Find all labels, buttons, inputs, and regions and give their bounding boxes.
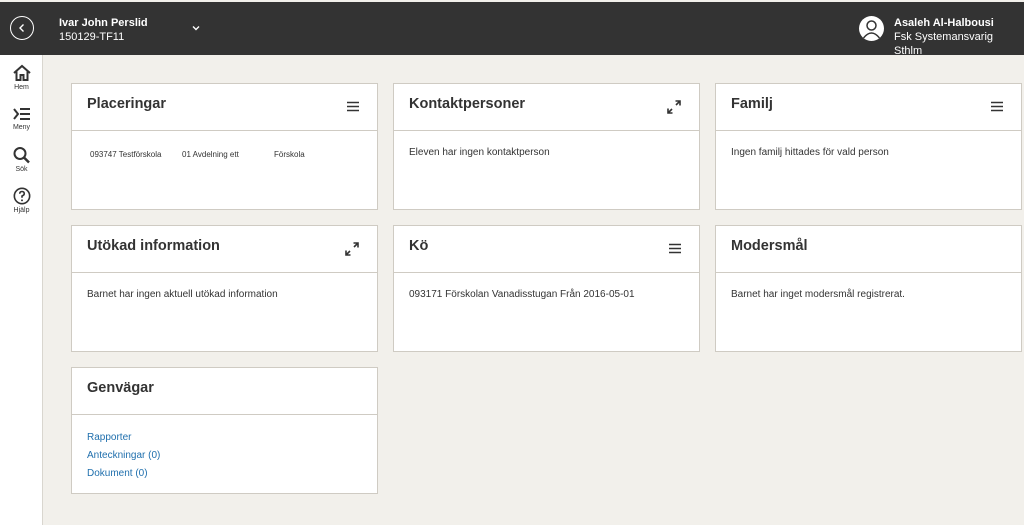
expand-icon[interactable] bbox=[667, 100, 681, 114]
card-kontaktpersoner: Kontaktpersoner Eleven har ingen kontakt… bbox=[393, 83, 700, 210]
card-genvagar: Genvägar Rapporter Anteckningar (0) Doku… bbox=[71, 367, 378, 494]
card-header: Familj bbox=[716, 84, 1021, 131]
card-modersmal: Modersmål Barnet har inget modersmål reg… bbox=[715, 225, 1022, 352]
placement-type: Förskola bbox=[274, 150, 305, 159]
empty-message: Eleven har ingen kontaktperson bbox=[409, 147, 550, 158]
student-selector[interactable]: Ivar John Perslid 150129-TF11 bbox=[59, 17, 148, 44]
card-placeringar: Placeringar 093747 Testförskola 01 Avdel… bbox=[71, 83, 378, 210]
table-row[interactable]: 093747 Testförskola 01 Avdelning ett För… bbox=[87, 150, 362, 159]
card-header: Placeringar bbox=[72, 84, 377, 131]
empty-message: Barnet har ingen aktuell utökad informat… bbox=[87, 289, 278, 300]
card-header: Modersmål bbox=[716, 226, 1021, 273]
user-name: Asaleh Al-Halbousi bbox=[894, 17, 994, 29]
sidebar: Hem Meny Sök Hjälp bbox=[0, 55, 43, 525]
card-header: Utökad information bbox=[72, 226, 377, 273]
expand-icon[interactable] bbox=[345, 242, 359, 256]
avatar[interactable] bbox=[859, 16, 884, 41]
top-bar: Ivar John Perslid 150129-TF11 Asaleh Al-… bbox=[0, 2, 1024, 58]
user-info[interactable]: Asaleh Al-Halbousi Fsk Systemansvarig St… bbox=[894, 17, 1024, 58]
menu-icon bbox=[12, 108, 30, 120]
card-body: Barnet har inget modersmål registrerat. bbox=[716, 273, 1021, 300]
card-body: Barnet har ingen aktuell utökad informat… bbox=[72, 273, 377, 300]
card-utokad-information: Utökad information Barnet har ingen aktu… bbox=[71, 225, 378, 352]
link-rapporter[interactable]: Rapporter bbox=[87, 429, 362, 447]
card-title: Genvägar bbox=[87, 380, 154, 396]
student-name: Ivar John Perslid bbox=[59, 17, 148, 29]
link-dokument[interactable]: Dokument (0) bbox=[87, 465, 362, 483]
queue-entry[interactable]: 093171 Förskolan Vanadisstugan Från 2016… bbox=[409, 289, 684, 300]
hamburger-icon[interactable] bbox=[669, 243, 681, 254]
sidebar-item-label: Sök bbox=[15, 166, 28, 173]
card-title: Modersmål bbox=[731, 238, 808, 254]
user-icon bbox=[862, 20, 881, 39]
card-header: Kontaktpersoner bbox=[394, 84, 699, 131]
sidebar-item-label: Hem bbox=[14, 84, 29, 91]
sidebar-item-label: Hjälp bbox=[13, 207, 30, 214]
sidebar-item-label: Meny bbox=[12, 124, 31, 131]
card-title: Familj bbox=[731, 96, 773, 112]
hamburger-icon[interactable] bbox=[991, 101, 1003, 112]
card-ko: Kö 093171 Förskolan Vanadisstugan Från 2… bbox=[393, 225, 700, 352]
search-icon bbox=[13, 147, 30, 164]
empty-message: Ingen familj hittades för vald person bbox=[731, 147, 889, 158]
link-anteckningar[interactable]: Anteckningar (0) bbox=[87, 447, 362, 465]
sidebar-item-hjalp[interactable]: Hjälp bbox=[0, 187, 43, 214]
hamburger-icon[interactable] bbox=[347, 101, 359, 112]
card-title: Utökad information bbox=[87, 238, 220, 254]
sidebar-item-sok[interactable]: Sök bbox=[0, 146, 43, 173]
chevron-down-icon[interactable] bbox=[190, 22, 202, 34]
card-header: Kö bbox=[394, 226, 699, 273]
card-body: Rapporter Anteckningar (0) Dokument (0) bbox=[72, 415, 377, 483]
card-header: Genvägar bbox=[72, 368, 377, 415]
card-title: Kontaktpersoner bbox=[409, 96, 526, 112]
chevron-left-icon bbox=[19, 24, 24, 32]
student-id: 150129-TF11 bbox=[59, 31, 125, 43]
home-icon bbox=[12, 64, 31, 81]
card-body: 093171 Förskolan Vanadisstugan Från 2016… bbox=[394, 273, 699, 300]
sidebar-item-hem[interactable]: Hem bbox=[0, 64, 43, 91]
user-role: Fsk Systemansvarig Sthlm bbox=[894, 31, 994, 57]
help-icon bbox=[13, 187, 30, 205]
card-body: Eleven har ingen kontaktperson bbox=[394, 131, 699, 158]
back-button[interactable] bbox=[10, 16, 34, 40]
card-body: Ingen familj hittades för vald person bbox=[716, 131, 1021, 158]
placement-group: 01 Avdelning ett bbox=[182, 150, 239, 159]
sidebar-item-meny[interactable]: Meny bbox=[0, 106, 43, 131]
card-body: 093747 Testförskola 01 Avdelning ett För… bbox=[72, 131, 377, 159]
card-title: Kö bbox=[409, 238, 429, 254]
placement-unit: 093747 Testförskola bbox=[90, 150, 162, 159]
empty-message: Barnet har inget modersmål registrerat. bbox=[731, 289, 905, 300]
card-title: Placeringar bbox=[87, 96, 166, 112]
card-familj: Familj Ingen familj hittades för vald pe… bbox=[715, 83, 1022, 210]
